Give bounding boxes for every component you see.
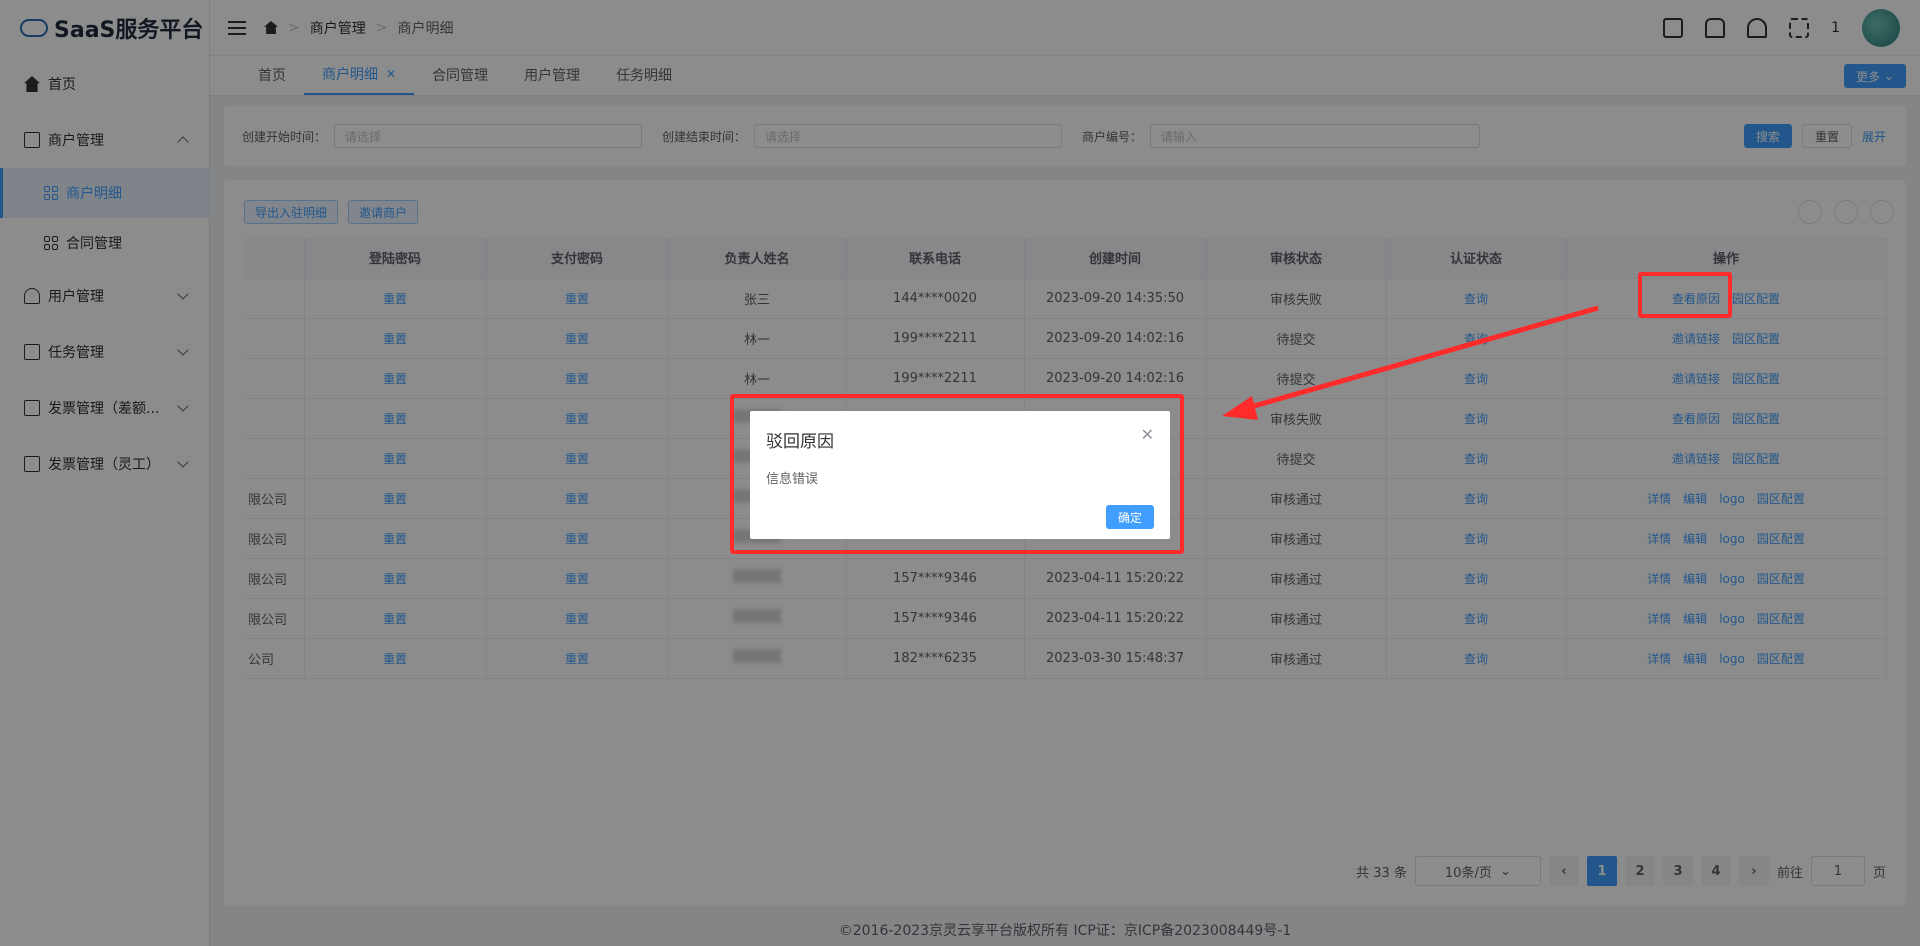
annotation-box-dialog [730,394,1184,554]
annotation-box-view-reason [1638,272,1732,318]
